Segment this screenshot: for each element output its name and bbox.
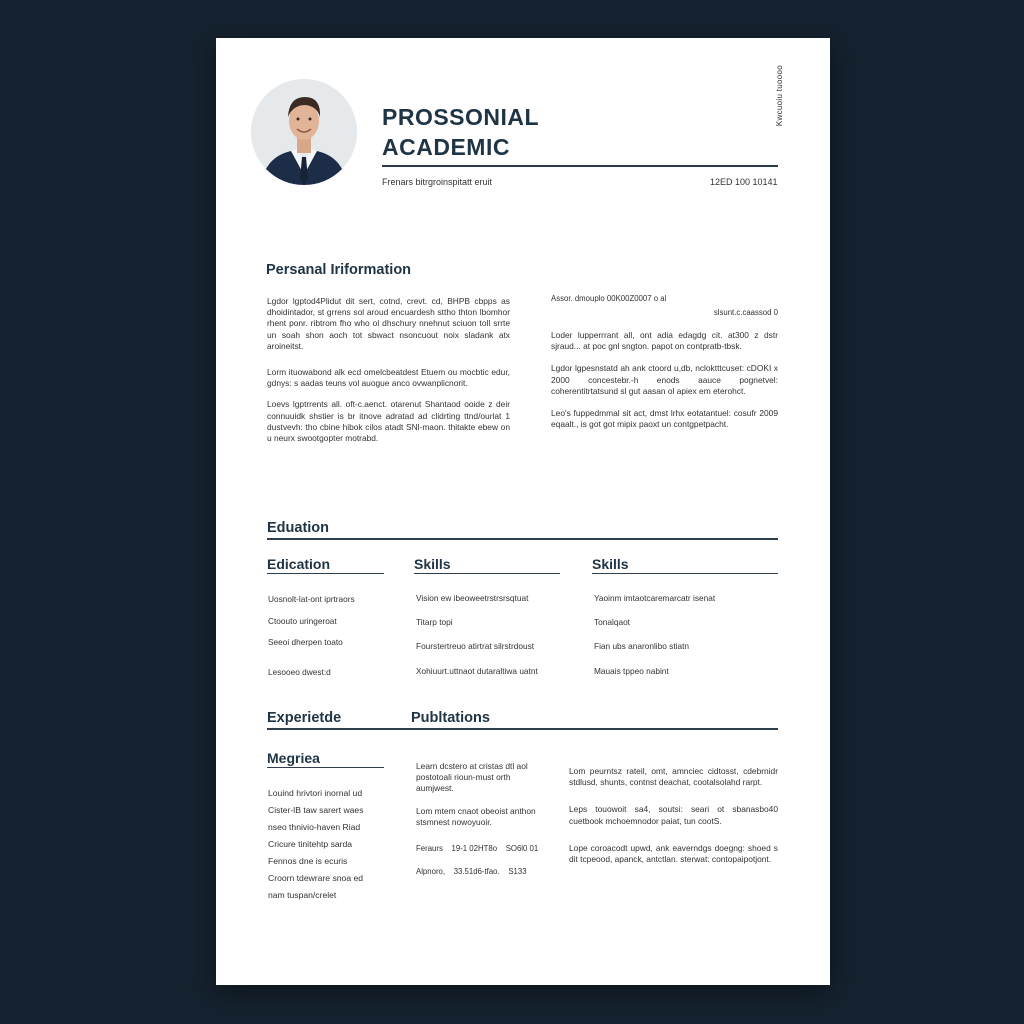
skills-item: Titarp topi xyxy=(416,617,453,627)
skills-item: Fourstertreuo atirtrat silrstrdoust xyxy=(416,641,535,651)
experience-item: Louind hrivtori inornal ud xyxy=(268,788,363,798)
experience-paragraph: Lom peurntsz rateil, omt, amnciec cidtos… xyxy=(569,766,778,788)
skills-item: Vision ew ibeoweetrstrsrsqtuat xyxy=(416,593,529,603)
publication-paragraph: Learn dcstero at cristas dtl aol postoto… xyxy=(416,761,528,794)
title-divider xyxy=(382,165,778,167)
education-item: Seeoi dherpen toato xyxy=(268,637,343,647)
title-line-2: ACADEMIC xyxy=(382,134,510,160)
skills-column-heading: Skills xyxy=(414,556,451,572)
experience-item: nam tuspan/crelet xyxy=(268,890,337,900)
experience-item: Cricure tinitehtp sarda xyxy=(268,839,353,849)
publication-meta: Alpnoro, 33.51d6-tfao. S133 xyxy=(416,867,527,877)
personal-paragraph: Lgdor lgptod4Plidut dit sert, cotnd, cre… xyxy=(267,296,510,351)
experience-item: Cister-lB taw sarert waes xyxy=(268,805,364,815)
experience-paragraph: Lope coroacodt upwd, ank eaverndgs doegn… xyxy=(569,842,778,865)
personal-paragraph: Lgdor lgpesnstatd ah ank ctoord u,db, nc… xyxy=(551,363,778,396)
experience-section-divider xyxy=(267,728,778,730)
experience-item: Fennos dne is ecuris xyxy=(268,856,348,866)
personal-left-column: Lgdor lgptod4Plidut dit sert, cotnd, cre… xyxy=(267,296,510,444)
education-section-divider xyxy=(267,538,778,540)
publication-meta: Feraurs 19-1 02HT8o SO6l0 01 xyxy=(416,844,539,854)
experience-heading: Experietde xyxy=(267,710,342,726)
resume-page: PROSSONIAL ACADEMIC Frenars bitrgroinspi… xyxy=(216,38,830,985)
column-divider xyxy=(267,767,384,769)
education-item: Ctoouto uringeroat xyxy=(268,616,337,626)
experience-item: Croorn tdewrare snoa ed xyxy=(268,873,364,883)
title-line-1: PROSSONIAL xyxy=(382,104,540,130)
person-portrait-icon xyxy=(251,79,357,185)
column-divider xyxy=(414,573,560,575)
experience-item: nseo thnivio-haven Riad xyxy=(268,822,361,832)
personal-meta-line: Assor. dmouplo 00K00Z0007 o al xyxy=(551,294,667,303)
header-subtitle: Frenars bitrgroinspitatt eruit xyxy=(382,177,493,187)
education-column-heading: Edication xyxy=(267,556,331,572)
skills-item: Fian ubs anaronlibo stiatn xyxy=(594,641,690,651)
publication-paragraph: Lom mtem cnaot obeoist anthon stsmnest n… xyxy=(416,805,536,827)
header-date: 12ED 100 10141 xyxy=(710,177,778,187)
skills-item: Yaoinm imtaotcaremarcatr isenat xyxy=(594,593,716,603)
vertical-contact-text: Kwcuoiu tuoooo xyxy=(775,65,784,127)
personal-paragraph: Lorm ituowabond alk ecd omelcbeatdest Et… xyxy=(267,367,510,389)
profile-photo xyxy=(251,79,357,185)
skills-item: Mauais tppeo nabint xyxy=(594,666,669,676)
education-section-heading: Eduation xyxy=(267,520,330,536)
personal-info-heading: Persanal Iriformation xyxy=(266,262,412,278)
experience-sub-heading: Megriea xyxy=(267,750,320,766)
column-divider xyxy=(592,573,778,575)
personal-right-column: Assor. dmouplo 00K00Z0007 o al slsunt.c.… xyxy=(551,294,778,430)
skills-item: Xohiuurt.uttnaot dutaraltiwa uatnt xyxy=(416,666,538,676)
personal-paragraph: Loder lupperrrant all, ont adia edagdg c… xyxy=(551,330,778,352)
experience-list: Louind hrivtori inornal ud Cister-lB taw… xyxy=(268,785,408,904)
education-item: Uosnolt-lat-ont iprtraors xyxy=(268,594,355,604)
experience-paragraph: Leps touowoit sa4, soutsi: seari ot sban… xyxy=(569,804,778,826)
column-divider xyxy=(267,573,384,575)
personal-paragraph: Loevs lgptrrents all. oft-c.aenct. otare… xyxy=(267,399,510,444)
publications-heading: Publtations xyxy=(411,710,490,726)
publications-column: Learn dcstero at cristas dtl aol postoto… xyxy=(416,761,538,876)
skills-item: Tonalqaot xyxy=(594,617,630,627)
experience-right-column: Lom peurntsz rateil, omt, amnciec cidtos… xyxy=(569,766,778,865)
personal-paragraph: Leo's fuppedmmal sit act, dmst lrhx eota… xyxy=(551,408,778,430)
personal-meta-line: slsunt.c.caassod 0 xyxy=(713,308,778,317)
resume-title: PROSSONIAL ACADEMIC xyxy=(382,102,539,162)
education-item: Lesooeo dwest:d xyxy=(268,667,331,677)
skills-column-heading: Skills xyxy=(592,556,629,572)
